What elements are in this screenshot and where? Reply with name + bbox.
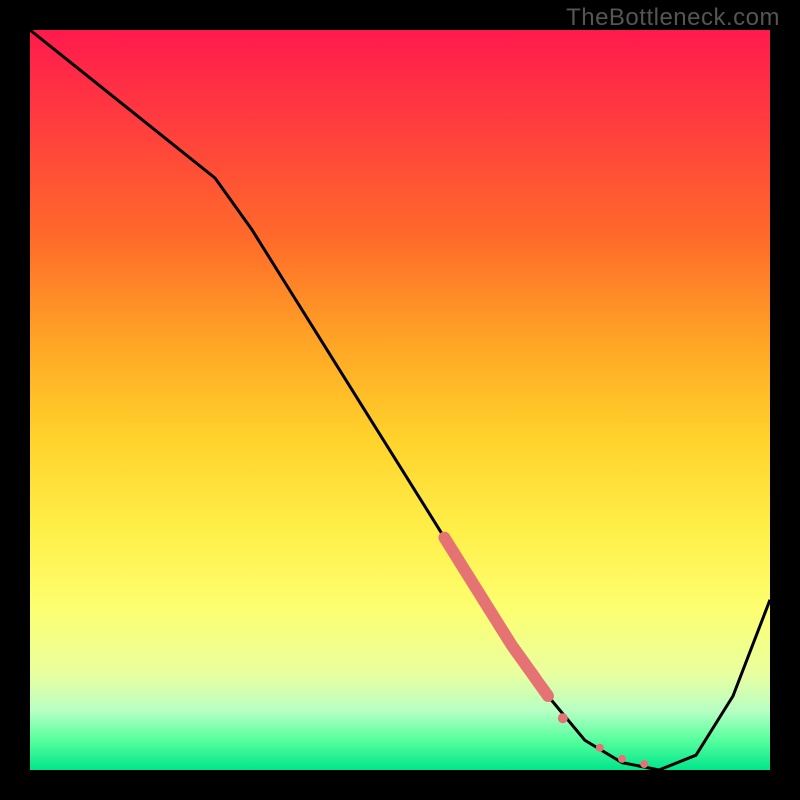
plot-area xyxy=(30,30,770,770)
highlight-dot xyxy=(596,744,604,752)
chart-svg xyxy=(30,30,770,770)
bottleneck-curve xyxy=(30,30,770,770)
highlight-dot xyxy=(618,755,626,763)
highlight-dot xyxy=(558,713,568,723)
highlight-dot xyxy=(640,760,648,768)
highlight-dots xyxy=(558,713,648,768)
highlight-segment xyxy=(444,538,548,696)
chart-frame: TheBottleneck.com xyxy=(0,0,800,800)
watermark-text: TheBottleneck.com xyxy=(566,4,780,32)
